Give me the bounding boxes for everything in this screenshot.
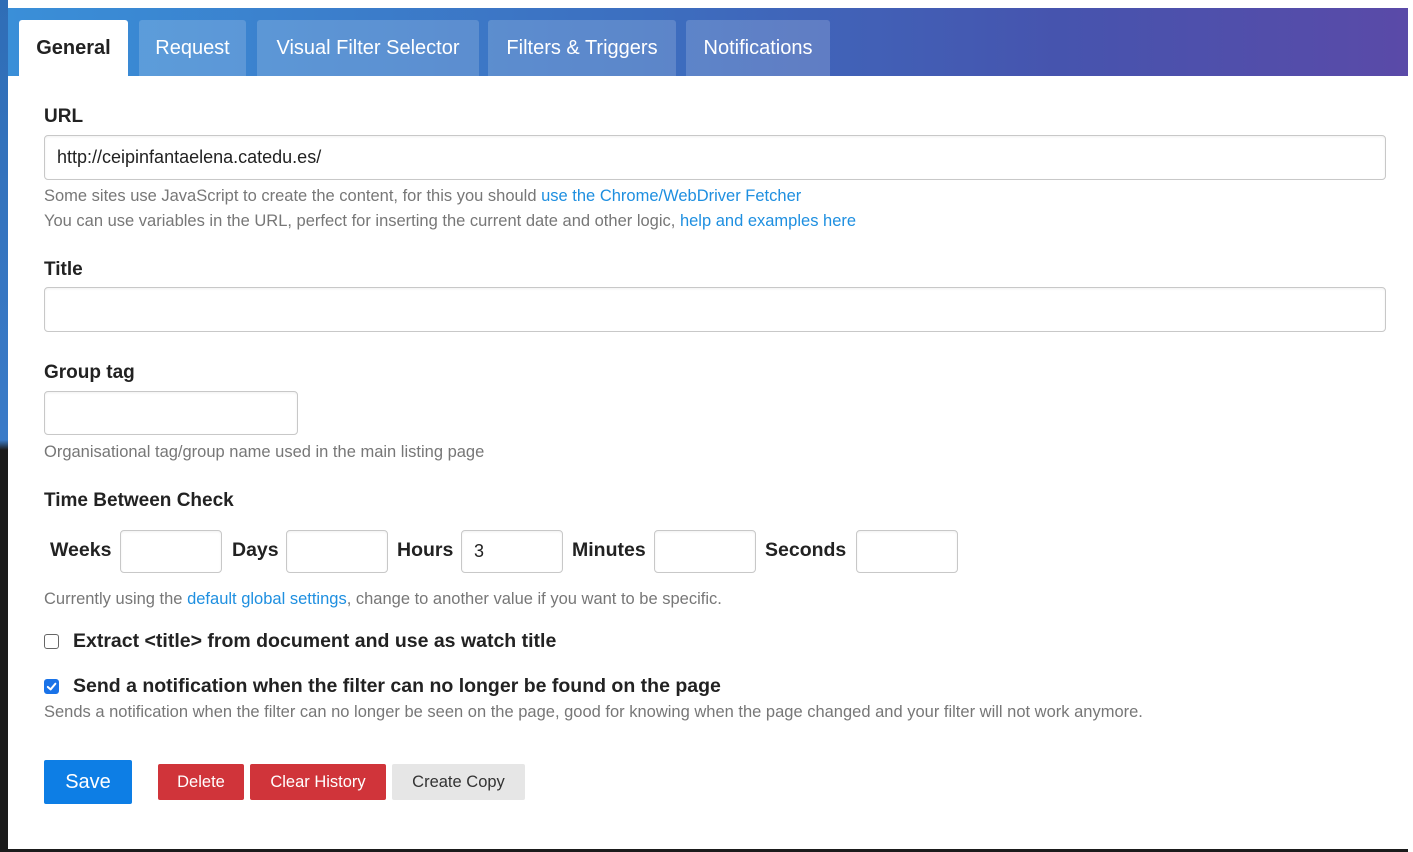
title-label: Title bbox=[44, 259, 83, 280]
tab-request[interactable]: Request bbox=[139, 20, 246, 76]
delete-button[interactable]: Delete bbox=[158, 764, 244, 800]
extract-title-label: Extract <title> from document and use as… bbox=[73, 630, 557, 652]
notify-filter-help: Sends a notification when the filter can… bbox=[44, 703, 1143, 721]
weeks-input[interactable] bbox=[120, 530, 222, 573]
days-label: Days bbox=[232, 539, 279, 561]
group-tag-label: Group tag bbox=[44, 362, 135, 383]
tbc-help-before: Currently using the bbox=[44, 590, 188, 608]
tab-filters-triggers[interactable]: Filters & Triggers bbox=[488, 20, 676, 76]
tab-bar: General Request Visual Filter Selector F… bbox=[8, 8, 1408, 76]
seconds-input[interactable] bbox=[856, 530, 958, 573]
time-between-check-help: Currently using the default global setti… bbox=[44, 590, 722, 609]
days-input[interactable] bbox=[286, 530, 388, 573]
group-tag-help: Organisational tag/group name used in th… bbox=[44, 443, 485, 461]
general-tab-panel: URL Some sites use JavaScript to create … bbox=[8, 76, 1408, 852]
minutes-label: Minutes bbox=[572, 539, 646, 561]
create-copy-button[interactable]: Create Copy bbox=[392, 764, 525, 800]
tab-visual-filter-selector[interactable]: Visual Filter Selector bbox=[257, 20, 479, 76]
time-between-check-label: Time Between Check bbox=[44, 490, 234, 511]
clear-history-button[interactable]: Clear History bbox=[250, 764, 386, 800]
notify-filter-option: Send a notification when the filter can … bbox=[44, 675, 721, 698]
tab-general[interactable]: General bbox=[19, 20, 128, 76]
extract-title-option: Extract <title> from document and use as… bbox=[44, 630, 556, 653]
help-examples-link[interactable]: help and examples here bbox=[680, 212, 856, 230]
tbc-help-after: , change to another value if you want to… bbox=[346, 590, 722, 608]
hours-input[interactable] bbox=[461, 530, 563, 573]
url-help-fetcher-text: Some sites use JavaScript to create the … bbox=[44, 187, 542, 205]
group-tag-input[interactable] bbox=[44, 391, 298, 435]
title-input[interactable] bbox=[44, 287, 1386, 332]
tab-notifications[interactable]: Notifications bbox=[686, 20, 830, 76]
url-help-variables-text: You can use variables in the URL, perfec… bbox=[44, 212, 680, 230]
url-input[interactable] bbox=[44, 135, 1386, 180]
weeks-label: Weeks bbox=[50, 539, 112, 561]
seconds-label: Seconds bbox=[765, 539, 847, 561]
save-button[interactable]: Save bbox=[44, 760, 132, 804]
url-help-variables: You can use variables in the URL, perfec… bbox=[44, 212, 856, 231]
notify-filter-checkbox[interactable] bbox=[44, 679, 59, 694]
extract-title-checkbox[interactable] bbox=[44, 634, 59, 649]
minutes-input[interactable] bbox=[654, 530, 756, 573]
default-global-settings-link[interactable]: default global settings bbox=[187, 590, 347, 608]
hours-label: Hours bbox=[397, 539, 454, 561]
checkmark-icon bbox=[46, 682, 57, 691]
url-label: URL bbox=[44, 106, 84, 127]
chrome-webdriver-fetcher-link[interactable]: use the Chrome/WebDriver Fetcher bbox=[541, 187, 801, 205]
notify-filter-label: Send a notification when the filter can … bbox=[73, 675, 721, 697]
url-help-fetcher: Some sites use JavaScript to create the … bbox=[44, 187, 801, 206]
window-edge bbox=[0, 0, 8, 852]
